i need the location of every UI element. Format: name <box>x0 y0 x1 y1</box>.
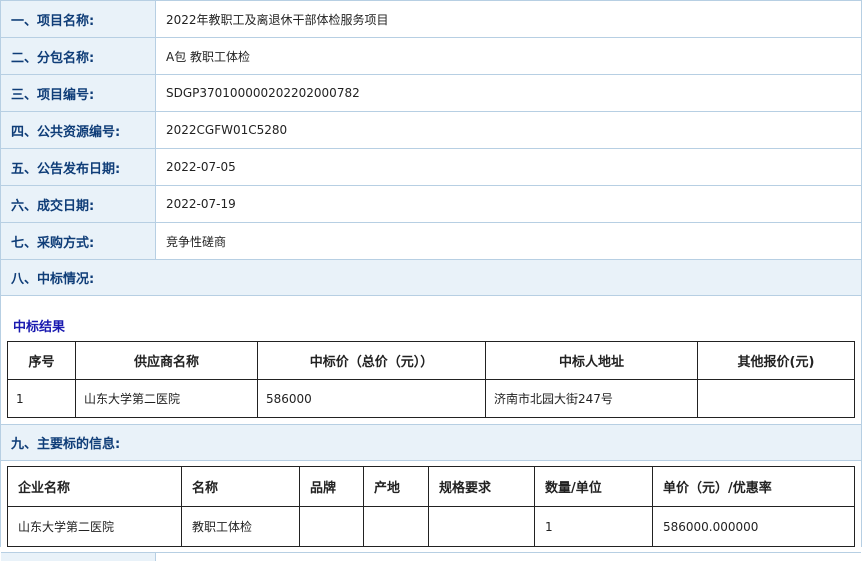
label-publish-date: 五、公告发布日期: <box>1 149 156 185</box>
cell-spec <box>428 506 535 547</box>
cell-award-price: 586000 <box>257 379 486 418</box>
header-spec: 规格要求 <box>428 466 535 507</box>
cell-quantity: 1 <box>534 506 653 547</box>
label-procurement-method: 七、采购方式: <box>1 223 156 259</box>
value-deal-date: 2022-07-19 <box>166 197 236 211</box>
award-block: 中标结果 序号 供应商名称 中标价（总价（元）） 中标人地址 其他报价(元) 1… <box>1 296 861 425</box>
value-project-number: SDGP370100000202202000782 <box>166 86 360 100</box>
section-award-title: 八、中标情况: <box>1 260 861 296</box>
announcement-page: 一、项目名称: 2022年教职工及离退休干部体检服务项目 二、分包名称: A包 … <box>0 0 862 561</box>
value-procurement-method: 竞争性磋商 <box>166 234 227 249</box>
cell-winner-address: 济南市北园大街247号 <box>485 379 698 418</box>
value-public-resource-number: 2022CGFW01C5280 <box>166 123 288 137</box>
value-package-name: A包 教职工体检 <box>166 49 251 64</box>
header-origin: 产地 <box>363 466 429 507</box>
row-public-resource-number: 四、公共资源编号: 2022CGFW01C5280 <box>1 112 861 149</box>
items-table-header: 企业名称 名称 品牌 产地 规格要求 数量/单位 单价（元）/优惠率 <box>7 466 855 507</box>
section-main-items-title: 九、主要标的信息: <box>1 425 861 461</box>
main-items-table: 企业名称 名称 品牌 产地 规格要求 数量/单位 单价（元）/优惠率 山东大学第… <box>7 466 855 547</box>
header-quantity: 数量/单位 <box>534 466 653 507</box>
header-award-price: 中标价（总价（元）） <box>257 341 486 380</box>
award-result-table: 序号 供应商名称 中标价（总价（元）） 中标人地址 其他报价(元) 1 山东大学… <box>7 341 855 418</box>
header-item-name: 名称 <box>181 466 300 507</box>
label-project-number: 三、项目编号: <box>1 75 156 111</box>
label-package-name: 二、分包名称: <box>1 38 156 74</box>
label-project-name: 一、项目名称: <box>1 1 156 37</box>
header-other-quote: 其他报价(元) <box>697 341 855 380</box>
header-brand: 品牌 <box>299 466 364 507</box>
row-procurement-method: 七、采购方式: 竞争性磋商 <box>1 223 861 260</box>
label-deal-date: 六、成交日期: <box>1 186 156 222</box>
row-deal-date: 六、成交日期: 2022-07-19 <box>1 186 861 223</box>
cell-item-name: 教职工体检 <box>181 506 300 547</box>
next-row-label <box>1 553 156 561</box>
cell-company: 山东大学第二医院 <box>7 506 182 547</box>
table-row: 1 山东大学第二医院 586000 济南市北园大街247号 <box>7 379 855 418</box>
header-unit-price: 单价（元）/优惠率 <box>652 466 855 507</box>
cell-seq: 1 <box>7 379 76 418</box>
cell-brand <box>299 506 364 547</box>
next-row-partial <box>1 553 861 561</box>
table-row: 山东大学第二医院 教职工体检 1 586000.000000 <box>7 506 855 547</box>
row-package-name: 二、分包名称: A包 教职工体检 <box>1 38 861 75</box>
row-project-number: 三、项目编号: SDGP370100000202202000782 <box>1 75 861 112</box>
row-publish-date: 五、公告发布日期: 2022-07-05 <box>1 149 861 186</box>
award-table-header: 序号 供应商名称 中标价（总价（元）） 中标人地址 其他报价(元) <box>7 341 855 380</box>
cell-other-quote <box>697 379 855 418</box>
header-company: 企业名称 <box>7 466 182 507</box>
value-project-name: 2022年教职工及离退休干部体检服务项目 <box>166 12 389 27</box>
main-items-block: 企业名称 名称 品牌 产地 规格要求 数量/单位 单价（元）/优惠率 山东大学第… <box>1 461 861 553</box>
header-supplier: 供应商名称 <box>75 341 258 380</box>
header-seq: 序号 <box>7 341 76 380</box>
cell-origin <box>363 506 429 547</box>
cell-unit-price: 586000.000000 <box>652 506 855 547</box>
cell-supplier: 山东大学第二医院 <box>75 379 258 418</box>
award-result-subtitle: 中标结果 <box>13 320 66 335</box>
value-publish-date: 2022-07-05 <box>166 160 236 174</box>
label-public-resource-number: 四、公共资源编号: <box>1 112 156 148</box>
row-project-name: 一、项目名称: 2022年教职工及离退休干部体检服务项目 <box>1 1 861 38</box>
header-winner-address: 中标人地址 <box>485 341 698 380</box>
